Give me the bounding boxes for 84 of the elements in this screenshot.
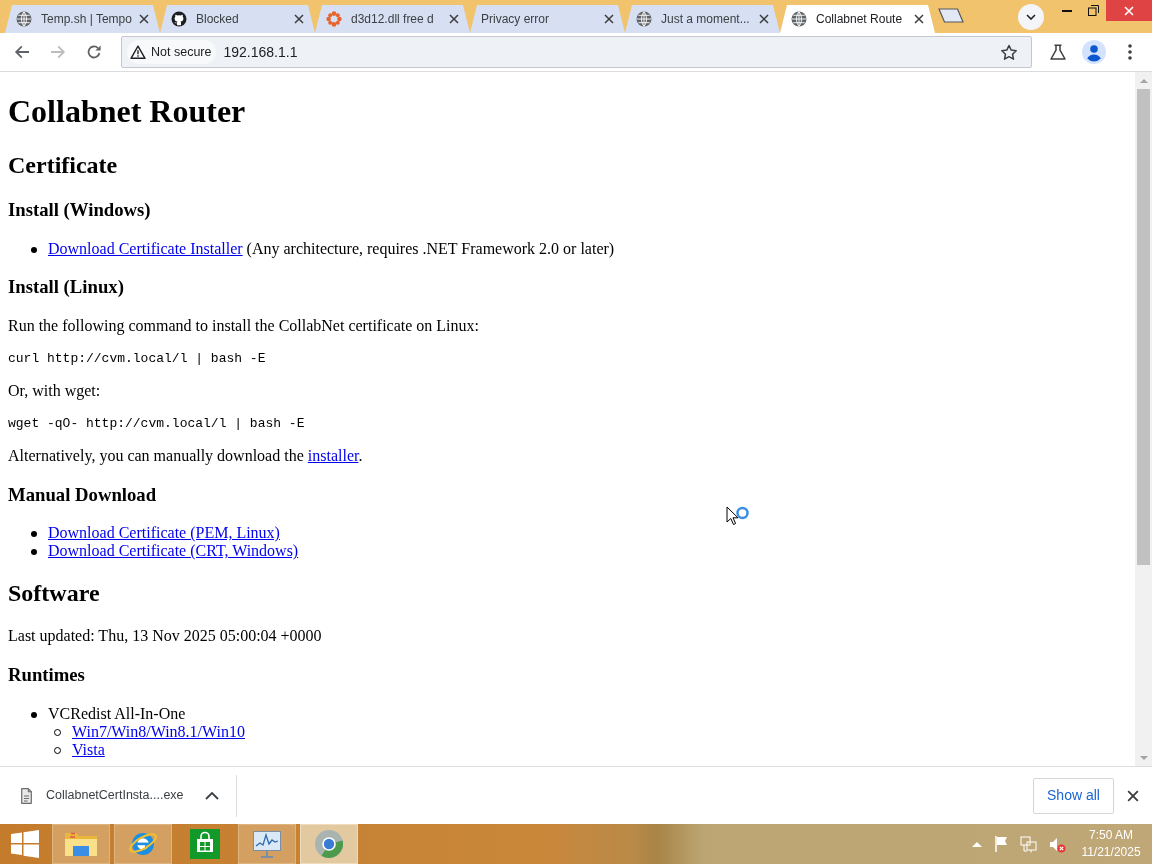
minimize-icon [1062, 9, 1072, 12]
taskbar-button[interactable] [238, 824, 296, 864]
text-link[interactable]: Win7/Win8/Win8.1/Win10 [72, 722, 245, 741]
browser-tab[interactable]: Privacy error [470, 5, 625, 33]
text-link[interactable]: Download Certificate Installer [48, 239, 243, 257]
start-logo-icon [11, 830, 39, 858]
globe-icon [791, 11, 807, 27]
text-link[interactable]: Download Certificate (CRT, Windows) [48, 542, 299, 561]
bullet-icon [31, 246, 37, 253]
avatar-icon [1082, 40, 1106, 64]
cat-silhouette-icon [171, 11, 187, 27]
browser-tab[interactable]: Blocked [160, 5, 315, 33]
browser-tab[interactable]: d3d12.dll free d [315, 5, 470, 33]
text-link[interactable]: Vista [72, 740, 105, 759]
caret-up-icon [1139, 78, 1148, 83]
subsection-heading: Install (Windows) [8, 198, 152, 221]
text-link[interactable]: Download Certificate (PEM, Linux) [48, 524, 280, 543]
subsection-heading: Install (Linux) [8, 276, 125, 299]
forward-arrow-icon [50, 44, 66, 60]
code-line: curl http://cvm.local/l | bash -E [8, 350, 267, 366]
paragraph: Alternatively, you can manually download the installer. [8, 446, 364, 465]
bullet-icon [31, 711, 37, 718]
text-link[interactable]: installer [307, 446, 359, 464]
bullet-icon [31, 531, 37, 538]
flower-icon [326, 11, 342, 27]
tab-search-button[interactable] [1018, 3, 1044, 30]
globe-icon [636, 11, 652, 27]
section-heading: Software [8, 580, 101, 608]
subsection-heading: Runtimes [8, 663, 86, 686]
chevron-down-icon [1026, 13, 1036, 20]
warning-icon [130, 45, 146, 59]
show-all-button[interactable]: Show all [1033, 777, 1114, 814]
file-icon [21, 787, 32, 804]
section-heading: Certificate [8, 151, 119, 179]
new-tab-button[interactable] [938, 8, 964, 23]
close-icon [294, 14, 304, 24]
close-icon [449, 14, 459, 24]
security-chip[interactable]: Not secure [127, 40, 217, 64]
close-icon [759, 14, 769, 24]
paragraph: Or, with wget: [8, 381, 102, 400]
taskbar-button[interactable] [52, 824, 110, 864]
network-icon [1020, 835, 1037, 853]
circle-bullet-icon [54, 747, 61, 755]
list-item-text: Download Certificate Installer (Any architecture, requires .NET Framework 2.0 or later) [48, 239, 615, 258]
shopping-bag-icon [190, 829, 220, 859]
monitor-chart-icon [251, 829, 283, 859]
browser-tab[interactable]: Temp.sh | Tempo [5, 5, 160, 33]
close-icon [1127, 789, 1139, 802]
menu-icon [1128, 44, 1132, 60]
back-arrow-icon [14, 44, 30, 60]
close-icon [604, 14, 614, 24]
caret-down-icon [1139, 755, 1148, 760]
close-icon [914, 14, 924, 24]
reload-icon [86, 44, 102, 60]
browser-tab[interactable]: Collabnet Route [780, 5, 935, 33]
star-icon [1000, 43, 1018, 61]
download-item[interactable]: CollabnetCertInsta....exe [0, 767, 236, 824]
list-item-text: VCRedist All-In-One [48, 704, 186, 723]
restore-icon [1087, 5, 1099, 16]
tab-shape-icon [938, 8, 964, 23]
busy-cursor-icon [726, 506, 749, 526]
chevron-up-icon [205, 791, 219, 800]
paragraph: Last updated: Thu, 13 Nov 2025 05:00:04 +0000 [8, 627, 323, 646]
bullet-icon [31, 549, 37, 556]
taskbar-button[interactable] [300, 824, 358, 864]
profile-button[interactable] [1080, 38, 1108, 66]
caret-up-icon [972, 841, 982, 847]
browser-tab[interactable]: Just a moment... [625, 5, 780, 33]
code-line: wget -qO- http://cvm.local/l | bash -E [8, 415, 306, 431]
close-icon [139, 14, 149, 24]
scrollbar-thumb[interactable] [1137, 89, 1150, 565]
paragraph: Run the following command to install the CollabNet certificate on Linux: [8, 316, 480, 335]
flask-icon [1049, 44, 1067, 60]
subsection-heading: Manual Download [8, 483, 158, 506]
close-icon [1124, 5, 1134, 16]
circle-bullet-icon [54, 729, 61, 737]
clock-time: 7:50 AM [1089, 827, 1133, 844]
clock-date: 11/21/2025 [1081, 844, 1141, 861]
flag-icon [994, 835, 1008, 853]
globe-icon [16, 11, 32, 27]
round-browser-icon [314, 829, 344, 859]
url-field[interactable]: 192.168.1.1 [223, 41, 997, 63]
page-title: Collabnet Router [8, 93, 247, 131]
address-bar[interactable]: Not secure 192.168.1.1 [121, 36, 1032, 68]
